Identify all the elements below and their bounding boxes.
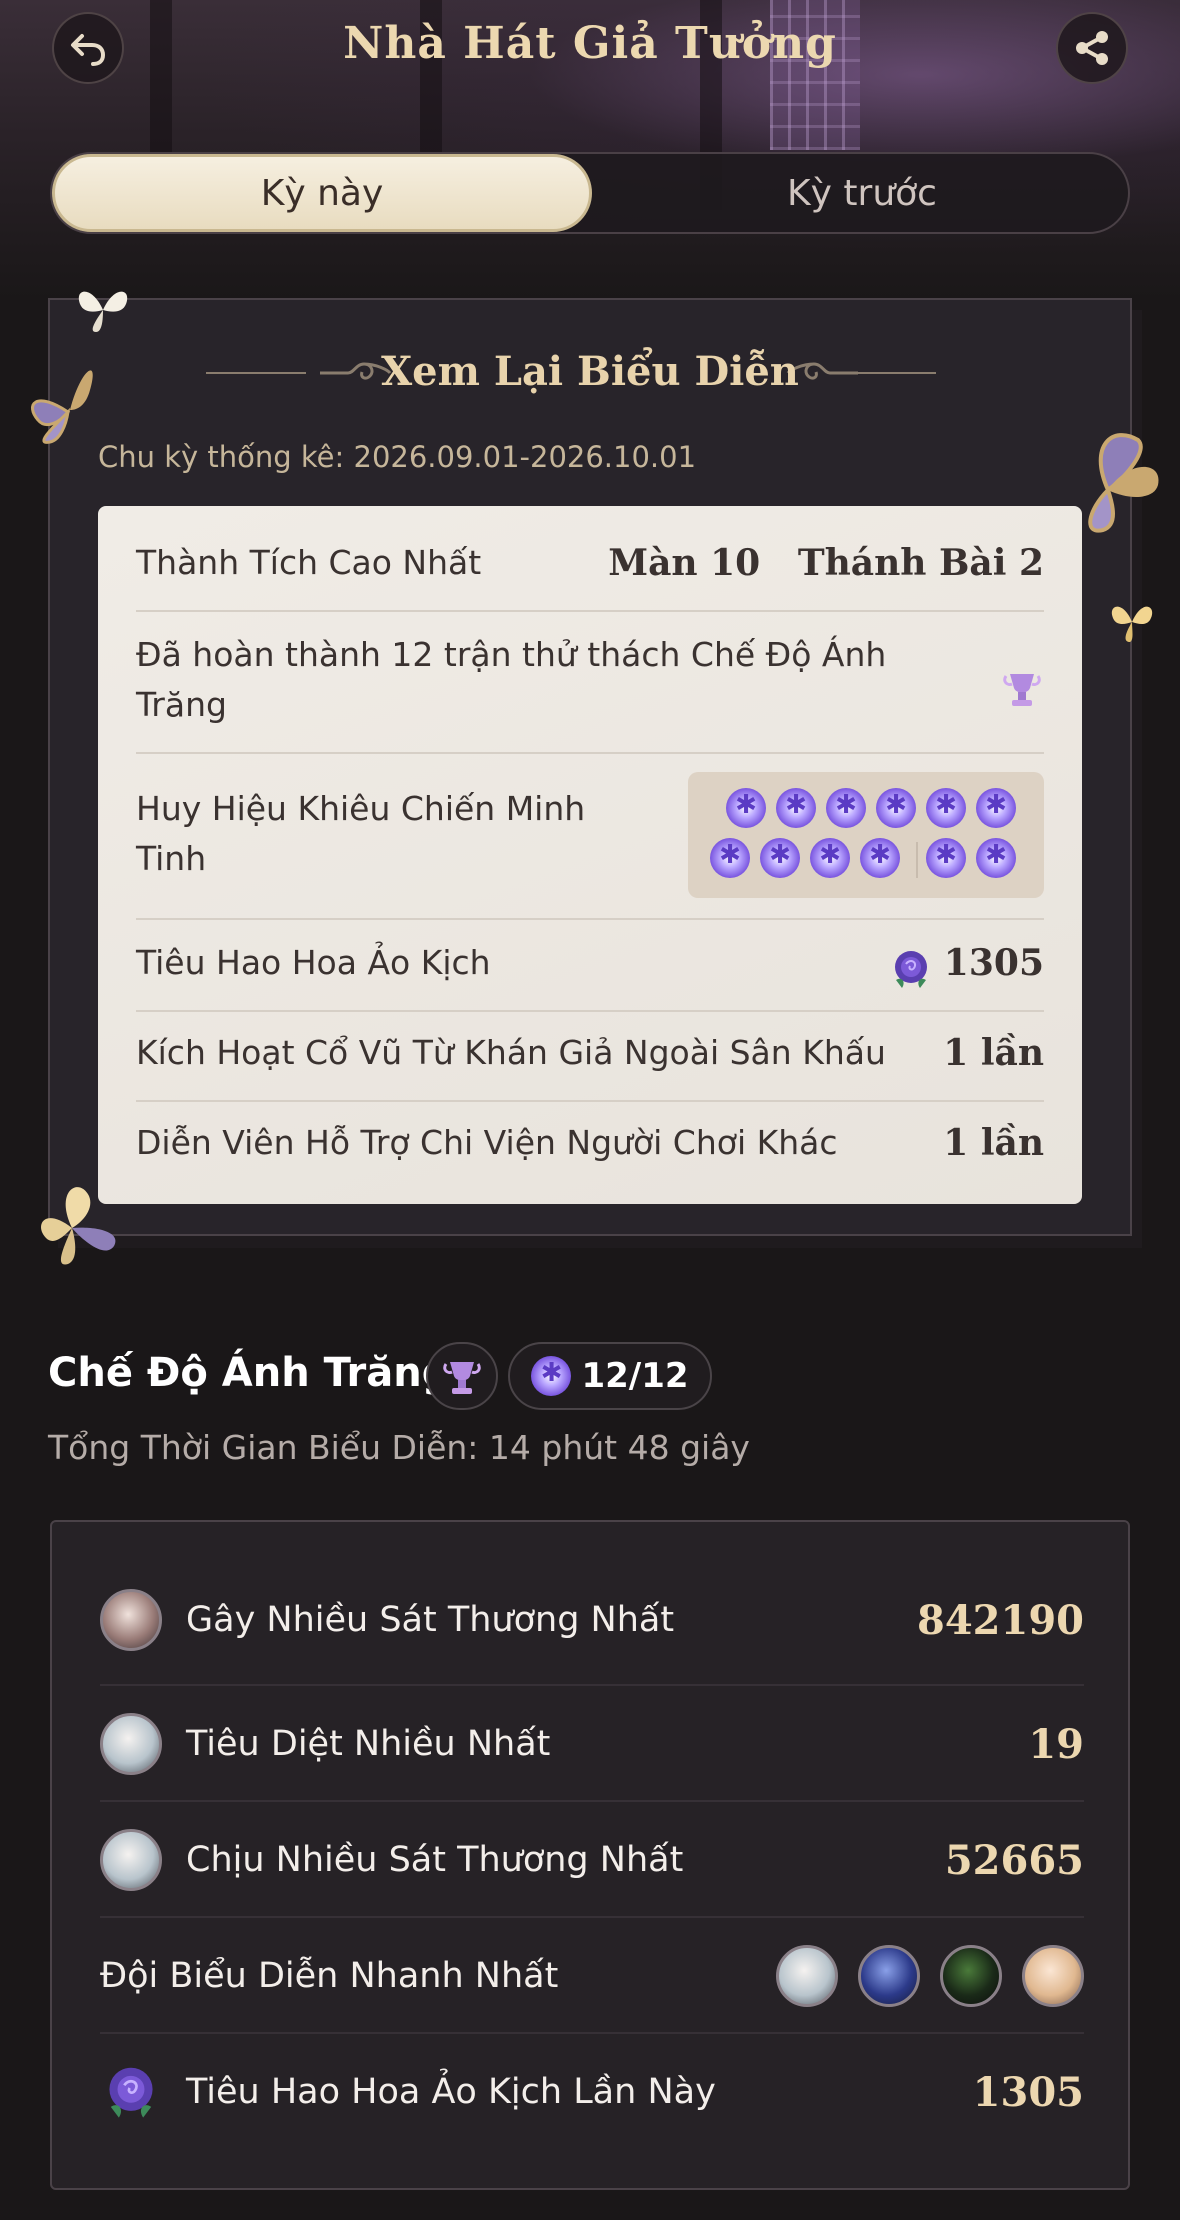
stat-row-consume: Tiêu Hao Hoa Ảo Kịch Lần Này 1305	[100, 2034, 1084, 2150]
butterfly-icon	[1111, 606, 1153, 642]
stats-panel: Gây Nhiều Sát Thương Nhất 842190 Tiêu Di…	[50, 1520, 1130, 2190]
support-row: Diễn Viên Hỗ Trợ Chi Viện Người Chơi Khá…	[136, 1118, 1044, 1168]
share-icon	[1076, 31, 1108, 65]
rose-icon	[109, 2067, 153, 2118]
stat-row-fastest-team: Đội Biểu Diễn Nhanh Nhất	[100, 1918, 1084, 2034]
top-bar: Nhà Hát Giả Tưởng	[0, 0, 1180, 92]
badges-label: Huy Hiệu Khiêu Chiến Minh Tinh	[136, 789, 586, 878]
avatar	[100, 1713, 162, 1775]
stat-label: Chịu Nhiều Sát Thương Nhất	[186, 1840, 684, 1880]
mode-trophy-badge	[426, 1342, 498, 1410]
badge-star-icon	[776, 788, 816, 828]
badge-star-icon	[710, 838, 750, 878]
mode-progress-badge: 12/12	[508, 1342, 712, 1410]
cheer-row: Kích Hoạt Cổ Vũ Từ Khán Giả Ngoài Sân Kh…	[136, 1028, 1044, 1078]
stat-row-damage: Gây Nhiều Sát Thương Nhất 842190	[100, 1562, 1084, 1678]
best-record-row: Thành Tích Cao Nhất Màn 10 Thánh Bài 2	[136, 538, 1044, 588]
support-value: 1 lần	[943, 1122, 1044, 1164]
completed-label: Đã hoàn thành 12 trận thử thách Chế Độ Á…	[136, 635, 887, 724]
badge-star-icon	[531, 1356, 572, 1396]
stat-value: 842190	[917, 1596, 1084, 1644]
trophy-icon	[1003, 674, 1041, 706]
best-record-value: Màn 10 Thánh Bài 2	[608, 542, 1044, 584]
support-label: Diễn Viên Hỗ Trợ Chi Viện Người Chơi Khá…	[136, 1123, 838, 1162]
avatar	[858, 1945, 920, 2007]
stat-row-damage-taken: Chịu Nhiều Sát Thương Nhất 52665	[100, 1802, 1084, 1918]
review-title: Xem Lại Biểu Diễn	[381, 348, 799, 395]
mode-progress: 12/12	[581, 1356, 689, 1396]
cheer-value: 1 lần	[943, 1032, 1044, 1074]
avatar	[940, 1945, 1002, 2007]
avatar	[1022, 1945, 1084, 2007]
badge-star-icon	[976, 788, 1016, 828]
badge-star-icon	[926, 788, 966, 828]
badge-star-icon	[760, 838, 800, 878]
avatar	[100, 1829, 162, 1891]
completed-row: Đã hoàn thành 12 trận thử thách Chế Độ Á…	[136, 630, 956, 730]
badge-grid	[688, 772, 1044, 898]
stat-label: Gây Nhiều Sát Thương Nhất	[186, 1600, 675, 1640]
badges-row: Huy Hiệu Khiêu Chiến Minh Tinh	[136, 784, 616, 884]
mode-title: Chế Độ Ánh Trăng	[48, 1350, 451, 1396]
stat-value: 52665	[944, 1836, 1084, 1884]
stat-label: Tiêu Diệt Nhiều Nhất	[186, 1724, 551, 1764]
page-title: Nhà Hát Giả Tưởng	[343, 18, 837, 69]
avatar	[100, 1589, 162, 1651]
badge-star-icon	[976, 838, 1016, 878]
period-tabs: Kỳ này Kỳ trước	[50, 152, 1130, 234]
stat-value: 19	[1028, 1720, 1084, 1768]
badge-star-icon	[876, 788, 916, 828]
total-time: Tổng Thời Gian Biểu Diễn: 14 phút 48 giâ…	[48, 1428, 750, 1467]
badge-star-icon	[810, 838, 850, 878]
best-record-label: Thành Tích Cao Nhất	[136, 543, 482, 582]
review-panel: Thành Tích Cao Nhất Màn 10 Thánh Bài 2 Đ…	[98, 506, 1082, 1204]
rose-icon	[895, 951, 927, 988]
stat-label: Đội Biểu Diễn Nhanh Nhất	[100, 1956, 559, 1996]
stat-row-kills: Tiêu Diệt Nhiều Nhất 19	[100, 1686, 1084, 1802]
trophy-icon	[443, 1362, 481, 1394]
stat-label: Tiêu Hao Hoa Ảo Kịch Lần Này	[186, 2072, 716, 2112]
badge-star-icon	[860, 838, 900, 878]
share-button[interactable]	[1056, 12, 1128, 84]
tab-current-period[interactable]: Kỳ này	[52, 154, 592, 232]
tab-previous-period[interactable]: Kỳ trước	[592, 154, 1132, 232]
butterfly-icon	[78, 291, 128, 332]
team-avatars	[776, 1945, 1084, 2007]
badge-star-icon	[726, 788, 766, 828]
consume-value: 1305	[943, 942, 1044, 984]
avatar	[776, 1945, 838, 2007]
cheer-label: Kích Hoạt Cổ Vũ Từ Khán Giả Ngoài Sân Kh…	[136, 1033, 886, 1072]
stat-cycle: Chu kỳ thống kê: 2026.09.01-2026.10.01	[98, 440, 697, 474]
stat-value: 1305	[972, 2068, 1084, 2116]
badge-star-icon	[926, 838, 966, 878]
consume-label: Tiêu Hao Hoa Ảo Kịch	[136, 943, 491, 982]
butterfly-icon	[1088, 433, 1159, 533]
badge-star-icon	[826, 788, 866, 828]
